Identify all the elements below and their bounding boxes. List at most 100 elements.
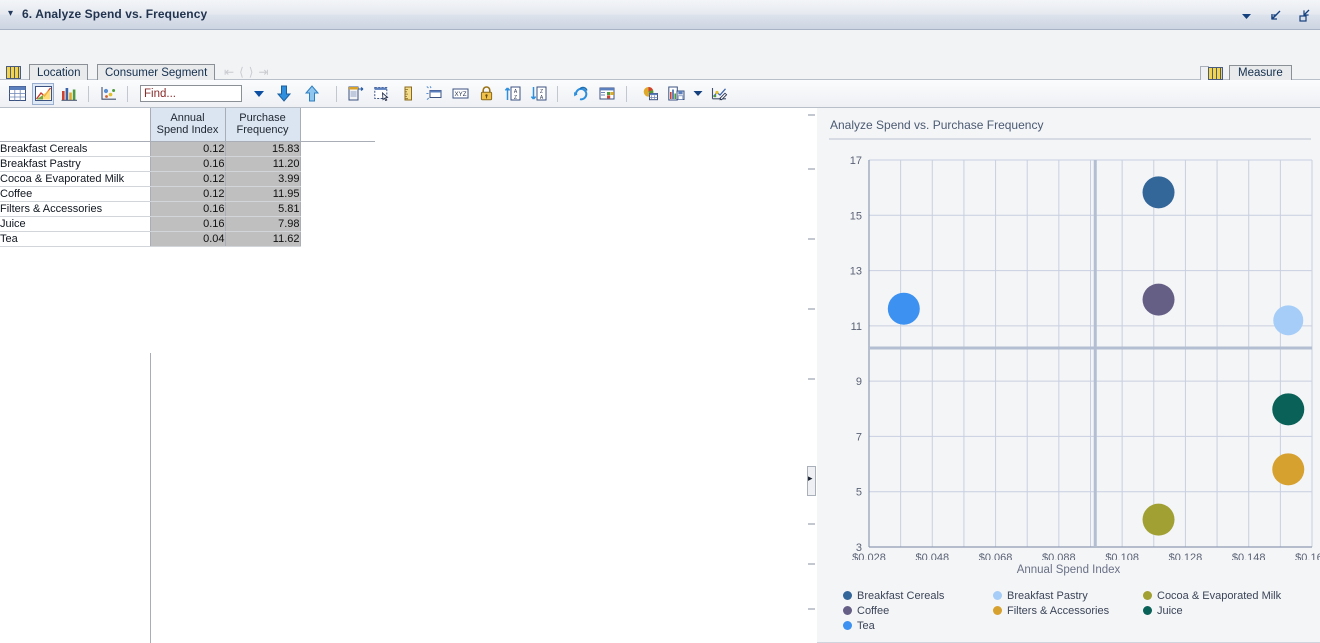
row-filler [300,201,375,216]
legend-item[interactable]: Cocoa & Evaporated Milk [1143,590,1313,602]
legend-color-swatch [993,591,1002,600]
column-header-annual-spend-index[interactable]: Annual Spend Index [150,108,226,142]
cell-annual-spend-index[interactable]: 0.12 [150,141,226,157]
cell-annual-spend-index[interactable]: 0.16 [150,216,226,232]
cell-purchase-frequency[interactable]: 11.20 [225,156,301,172]
cell-purchase-frequency[interactable]: 3.99 [225,171,301,187]
col-header-line1: Annual [170,112,205,125]
splitter-handle[interactable] [807,466,816,496]
legend-item[interactable]: Tea [843,620,993,632]
table-row[interactable]: Filters & Accessories 0.16 5.81 [0,201,375,217]
column-header-purchase-frequency[interactable]: Purchase Frequency [225,108,301,142]
table-header-filler [300,108,375,142]
data-table: Annual Spend Index Purchase Frequency Br… [0,108,375,247]
table-body: Breakfast Cereals 0.12 15.83 Breakfast P… [0,141,375,247]
row-header[interactable]: Cocoa & Evaporated Milk [0,171,151,187]
cell-purchase-frequency[interactable]: 11.95 [225,186,301,202]
svg-text:$0.048: $0.048 [915,552,949,560]
application-window: ▾ 6. Analyze Spend vs. Frequency Locatio… [0,0,1320,643]
record-navigation: ⇤ ⟨ ⟩ ⇥ [224,65,269,79]
data-table-wrapper: Annual Spend Index Purchase Frequency Br… [0,108,375,247]
row-header[interactable]: Breakfast Cereals [0,141,151,157]
chart-table-view-icon[interactable] [32,82,54,105]
legend-label: Coffee [857,604,890,617]
x-axis-label: Annual Spend Index [1016,564,1121,576]
refresh-icon[interactable] [570,83,592,105]
cell-annual-spend-index[interactable]: 0.16 [150,201,226,217]
table-row[interactable]: Cocoa & Evaporated Milk 0.12 3.99 [0,171,375,187]
dimension-button-consumer-segment[interactable]: Consumer Segment [97,64,216,81]
xyz-values-icon[interactable]: XYZ [449,83,471,105]
chevron-down-icon[interactable]: ▾ [8,9,18,19]
legend-item[interactable]: Filters & Accessories [993,605,1143,617]
table-row[interactable]: Breakfast Pastry 0.16 11.20 [0,156,375,172]
svg-text:$0.168: $0.168 [1295,552,1320,560]
legend-item[interactable]: Coffee [843,605,993,617]
row-header[interactable]: Coffee [0,186,151,202]
legend-item[interactable]: Juice [1143,605,1313,617]
sort-descending-icon[interactable]: Z A [527,83,549,105]
scatter-plot[interactable]: 171513119753$0.028 $0.048 $0.068 $0.088 $0.1… [817,140,1320,560]
row-header[interactable]: Juice [0,216,151,232]
legend-label: Breakfast Cereals [857,589,945,602]
cell-purchase-frequency[interactable]: 5.81 [225,201,301,217]
legend-item[interactable]: Breakfast Pastry [993,590,1143,602]
cell-annual-spend-index[interactable]: 0.12 [150,186,226,202]
chart-edit-icon[interactable] [708,83,730,105]
page-title: 6. Analyze Spend vs. Frequency [22,7,208,21]
legend-color-swatch [843,606,852,615]
table-row[interactable]: Juice 0.16 7.98 [0,216,375,232]
cell-annual-spend-index[interactable]: 0.16 [150,156,226,172]
bar-chart-icon[interactable] [58,83,80,105]
save-chart-icon[interactable] [665,83,687,105]
window-controls [1239,0,1312,30]
nav-next-icon[interactable]: ⟩ [249,65,254,79]
toolbar-separator-5 [626,85,627,102]
report-properties-icon[interactable] [345,83,367,105]
chart-options-dropdown-icon[interactable] [691,83,704,105]
table-row[interactable]: Tea 0.04 11.62 [0,231,375,247]
legend-item[interactable]: Breakfast Cereals [843,590,993,602]
dimension-button-location[interactable]: Location [29,64,89,81]
select-region-icon[interactable] [371,83,393,105]
row-header[interactable]: Filters & Accessories [0,201,151,217]
svg-text:9: 9 [856,376,862,388]
legend-color-swatch [1143,591,1152,600]
svg-text:$0.028: $0.028 [852,552,886,560]
menu-chevron-icon[interactable] [1239,8,1254,23]
find-dropdown-icon[interactable] [254,90,264,97]
cell-purchase-frequency[interactable]: 11.62 [225,231,301,247]
highlight-exceptions-icon[interactable] [423,83,445,105]
chart-legend: Breakfast Cereals Breakfast Pastry Cocoa &… [843,588,1313,633]
find-next-icon[interactable] [276,85,292,103]
find-previous-icon[interactable] [304,84,320,103]
scatter-chart-icon[interactable] [97,83,119,105]
cell-purchase-frequency[interactable]: 7.98 [225,216,301,232]
table-row[interactable]: Coffee 0.12 11.95 [0,186,375,202]
table-view-icon[interactable] [6,83,28,105]
cell-purchase-frequency[interactable]: 15.83 [225,141,301,157]
cell-annual-spend-index[interactable]: 0.04 [150,231,226,247]
row-filler [300,141,375,156]
nav-last-icon[interactable]: ⇥ [258,65,268,79]
data-grid-panel: Annual Spend Index Purchase Frequency Br… [0,108,816,643]
sort-ascending-icon[interactable]: A Z [501,83,523,105]
lock-icon[interactable] [475,83,497,105]
panel-vertical-splitter[interactable] [806,108,816,643]
cell-annual-spend-index[interactable]: 0.12 [150,171,226,187]
maximize-icon[interactable] [1297,8,1312,23]
export-grid-icon[interactable] [596,83,618,105]
svg-text:7: 7 [856,431,862,443]
restore-down-icon[interactable] [1268,8,1283,23]
pie-chart-icon[interactable] [639,83,661,105]
search-input[interactable] [140,85,242,102]
table-row[interactable]: Breakfast Cereals 0.12 15.83 [0,141,375,157]
chart-panel: Analyze Spend vs. Purchase Frequency Pur… [817,108,1320,643]
row-header[interactable]: Breakfast Pastry [0,156,151,172]
toolbar-separator-2 [127,85,128,102]
nav-first-icon[interactable]: ⇤ [224,65,234,79]
nav-previous-icon[interactable]: ⟨ [239,65,244,79]
row-header[interactable]: Tea [0,231,151,247]
ruler-icon[interactable] [397,83,419,105]
svg-text:11: 11 [851,321,862,333]
